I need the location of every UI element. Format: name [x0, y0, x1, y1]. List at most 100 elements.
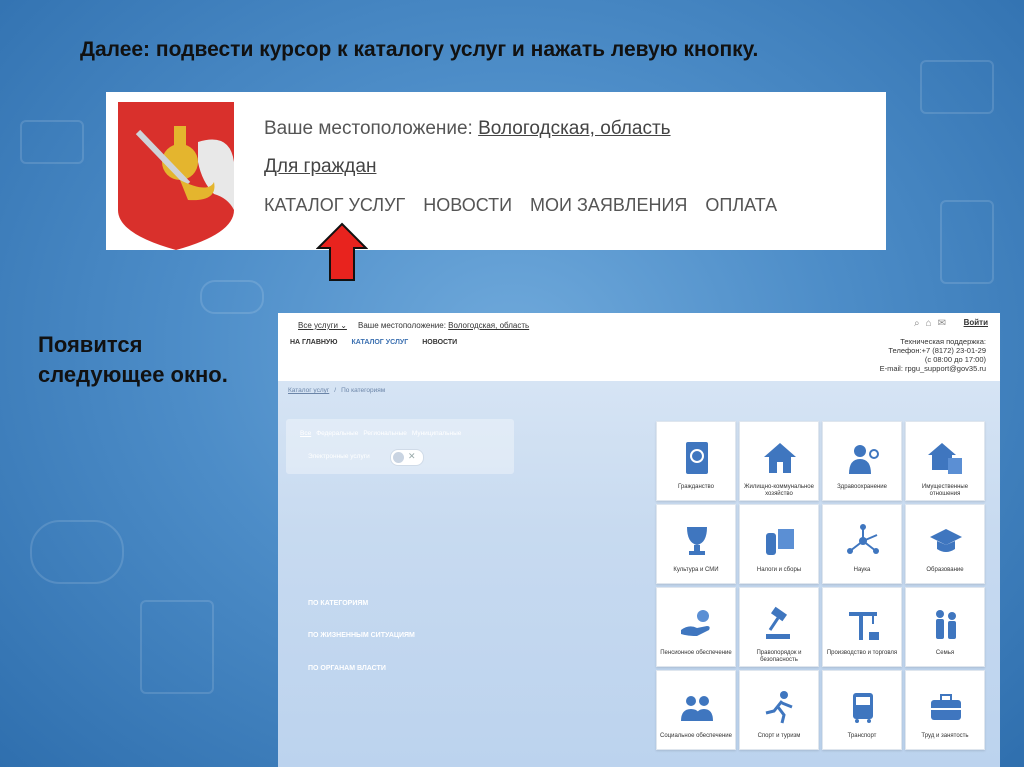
gavel-icon: [766, 606, 790, 639]
side-link-categories[interactable]: ПО КАТЕГОРИЯМ: [308, 600, 368, 607]
slide-note: Появится следующее окно.: [38, 332, 228, 387]
runner-icon: [765, 691, 793, 724]
category-label: Имущественные отношения: [921, 484, 969, 497]
background-doodle: [30, 520, 124, 584]
menu-item-applications[interactable]: МОИ ЗАЯВЛЕНИЯ: [530, 195, 687, 216]
category-label: Жилищно-коммунальное хозяйство: [744, 484, 814, 497]
catalog-screenshot: Все услуги ⌄ Ваше местоположение: Волого…: [278, 313, 1000, 767]
background-doodle: [920, 60, 994, 114]
menu-item-catalog[interactable]: КАТАЛОГ УСЛУГ: [264, 195, 405, 216]
screenshot-header: Все услуги ⌄ Ваше местоположение: Волого…: [278, 313, 1000, 381]
category-label: Образование: [926, 567, 964, 573]
location-label: Ваше местоположение:: [264, 118, 473, 139]
category-tile[interactable]: Транспорт: [822, 670, 902, 750]
category-label: Семья: [935, 650, 955, 656]
category-tile[interactable]: Имущественные отношения: [905, 421, 985, 501]
graduation-cap-icon: [930, 529, 962, 552]
coat-of-arms-icon: [118, 102, 234, 250]
citizens-line: Для граждан: [264, 156, 376, 178]
category-label: Налоги и сборы: [756, 567, 802, 573]
category-tile[interactable]: Гражданство: [656, 421, 736, 501]
briefcase-icon: [931, 694, 961, 720]
category-tile[interactable]: Социальное обеспечение: [656, 670, 736, 750]
molecule-icon: [847, 524, 879, 554]
filter-regional[interactable]: Региональные: [363, 430, 407, 437]
filter-all[interactable]: Все: [300, 430, 311, 437]
category-tile[interactable]: Производство и торговля: [822, 587, 902, 667]
support-info: Техническая поддержка: Телефон:+7 (8172)…: [879, 337, 986, 373]
category-tile[interactable]: Жилищно-коммунальное хозяйство: [739, 421, 819, 501]
category-tile[interactable]: Наука: [822, 504, 902, 584]
side-link-life-situations[interactable]: ПО ЖИЗНЕННЫМ СИТУАЦИЯМ: [308, 632, 415, 639]
menu-item-payment[interactable]: ОПЛАТА: [705, 195, 777, 216]
filter-federal[interactable]: Федеральные: [316, 430, 358, 437]
trophy-icon: [687, 527, 707, 555]
category-label: Правопорядок и безопасность: [756, 650, 802, 663]
catalog-body: Каталог услуг / По категориям Все Федера…: [278, 381, 1000, 767]
category-tile[interactable]: Культура и СМИ: [656, 504, 736, 584]
background-doodle: [200, 280, 264, 314]
location-link[interactable]: Вологодская, область: [478, 118, 670, 139]
location-link[interactable]: Вологодская, область: [448, 321, 529, 330]
slide-title: Далее: подвести курсор к каталогу услуг …: [80, 38, 759, 61]
category-label: Производство и торговля: [826, 650, 898, 656]
family-icon: [936, 610, 956, 639]
passport-icon: [686, 442, 708, 474]
pointer-arrow-icon: [316, 222, 368, 281]
category-label: Здравоохранение: [837, 484, 887, 490]
category-label: Транспорт: [847, 733, 877, 739]
doctor-icon: [849, 445, 879, 474]
category-tile[interactable]: Труд и занятость: [905, 670, 985, 750]
citizens-link[interactable]: Для граждан: [264, 156, 376, 177]
category-label: Культура и СМИ: [673, 567, 719, 573]
menu-item-news[interactable]: НОВОСТИ: [423, 195, 512, 216]
category-tile[interactable]: Налоги и сборы: [739, 504, 819, 584]
eservices-toggle[interactable]: ✕: [390, 449, 424, 466]
property-icon: [928, 443, 962, 474]
mail-icon[interactable]: ✉: [938, 318, 946, 329]
category-tile[interactable]: Образование: [905, 504, 985, 584]
house-icon: [764, 443, 796, 473]
site-nav: НА ГЛАВНУЮ КАТАЛОГ УСЛУГ НОВОСТИ: [290, 339, 457, 346]
nav-home[interactable]: НА ГЛАВНУЮ: [290, 339, 338, 346]
category-tile[interactable]: Правопорядок и безопасность: [739, 587, 819, 667]
side-link-authorities[interactable]: ПО ОРГАНАМ ВЛАСТИ: [308, 665, 386, 672]
breadcrumb-current: По категориям: [341, 387, 386, 394]
people-icon: [681, 696, 713, 721]
category-label: Труд и занятость: [921, 733, 969, 739]
background-doodle: [20, 120, 84, 164]
background-doodle: [940, 200, 994, 284]
filter-municipal[interactable]: Муниципальные: [412, 430, 462, 437]
location-line: Ваше местоположение: Вологодская, област…: [264, 118, 671, 140]
category-tile[interactable]: Семья: [905, 587, 985, 667]
breadcrumb: Каталог услуг / По категориям: [288, 387, 385, 394]
category-label: Социальное обеспечение: [660, 733, 732, 739]
location-line: Ваше местоположение: Вологодская, област…: [358, 321, 530, 330]
category-label: Гражданство: [678, 484, 714, 490]
category-grid: Гражданство Жилищно-коммунальное хозяйст…: [656, 421, 985, 750]
category-label: Наука: [853, 567, 871, 573]
category-tile[interactable]: Здравоохранение: [822, 421, 902, 501]
home-icon[interactable]: ⌂: [926, 318, 932, 329]
all-services-dropdown[interactable]: Все услуги ⌄: [298, 321, 347, 330]
background-doodle: [140, 600, 214, 694]
close-icon: ✕: [408, 451, 416, 461]
main-menu: КАТАЛОГ УСЛУГ НОВОСТИ МОИ ЗАЯВЛЕНИЯ ОПЛА…: [264, 195, 777, 216]
toggle-knob: [393, 452, 404, 463]
breadcrumb-separator: /: [334, 387, 337, 394]
breadcrumb-catalog[interactable]: Каталог услуг: [288, 387, 329, 394]
nav-catalog[interactable]: КАТАЛОГ УСЛУГ: [352, 339, 409, 346]
nav-news[interactable]: НОВОСТИ: [422, 339, 457, 346]
bus-icon: [853, 693, 873, 723]
coins-icon: [766, 529, 794, 555]
search-icon[interactable]: ⌕: [914, 318, 920, 329]
category-tile[interactable]: Спорт и туризм: [739, 670, 819, 750]
category-label: Пенсионное обеспечение: [660, 650, 732, 656]
level-filters: Все Федеральные Региональные Муниципальн…: [300, 430, 461, 437]
category-label: Спорт и туризм: [757, 733, 801, 739]
header-icons: ⌕ ⌂ ✉: [914, 318, 946, 329]
category-tile[interactable]: Пенсионное обеспечение: [656, 587, 736, 667]
site-header-crop: Ваше местоположение: Вологодская, област…: [106, 92, 886, 250]
login-link[interactable]: Войти: [964, 318, 988, 327]
hand-coin-icon: [681, 610, 710, 636]
